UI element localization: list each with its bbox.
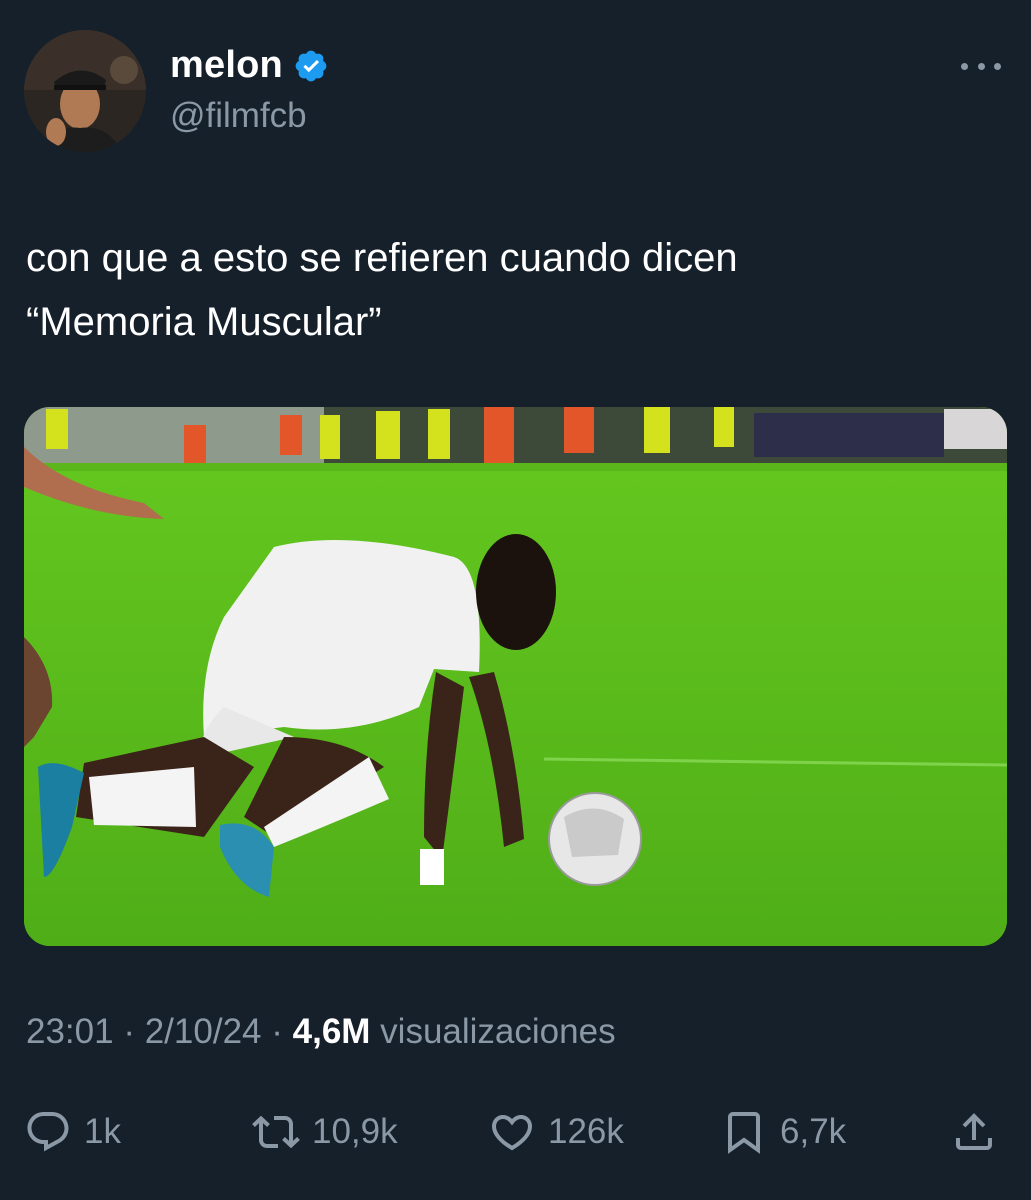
avatar[interactable] — [24, 30, 146, 152]
like-button[interactable]: 126k — [488, 1100, 624, 1164]
views-label: visualizaciones — [380, 1012, 616, 1051]
verified-badge-icon — [293, 48, 329, 84]
tweet-time[interactable]: 23:01 — [26, 1012, 114, 1051]
retweet-count: 10,9k — [312, 1112, 398, 1151]
like-count: 126k — [548, 1112, 624, 1151]
tweet-meta: 23:01 · 2/10/24 · 4,6M visualizaciones — [26, 1012, 616, 1052]
share-button[interactable] — [950, 1100, 998, 1164]
tweet-actions-bar: 1k 10,9k 126k 6,7k — [0, 1100, 1031, 1164]
reply-count: 1k — [84, 1112, 121, 1151]
heart-icon — [488, 1108, 536, 1156]
display-name[interactable]: melon — [170, 44, 283, 87]
reply-button[interactable]: 1k — [24, 1100, 121, 1164]
meta-separator: · — [123, 1012, 135, 1051]
retweet-icon — [252, 1108, 300, 1156]
tweet-card: melon @filmfcb con que a esto se refiere… — [0, 0, 1031, 1200]
tweet-date[interactable]: 2/10/24 — [145, 1012, 262, 1051]
bookmark-button[interactable]: 6,7k — [720, 1100, 846, 1164]
views-count: 4,6M — [292, 1012, 371, 1051]
author-name-row[interactable]: melon — [170, 44, 329, 87]
meta-separator: · — [271, 1012, 283, 1051]
tweet-text: con que a esto se refieren cuando dicen … — [26, 226, 986, 354]
bookmark-count: 6,7k — [780, 1112, 847, 1151]
author-handle[interactable]: @filmfcb — [170, 96, 307, 136]
tweet-media-image[interactable] — [24, 407, 1007, 946]
bookmark-icon — [720, 1108, 768, 1156]
retweet-button[interactable]: 10,9k — [252, 1100, 398, 1164]
tweet-text-line: con que a esto se refieren cuando dicen — [26, 236, 738, 280]
reply-icon — [24, 1108, 72, 1156]
tweet-text-line: “Memoria Muscular” — [26, 300, 382, 344]
share-icon — [950, 1108, 998, 1156]
more-icon[interactable] — [961, 54, 1001, 78]
